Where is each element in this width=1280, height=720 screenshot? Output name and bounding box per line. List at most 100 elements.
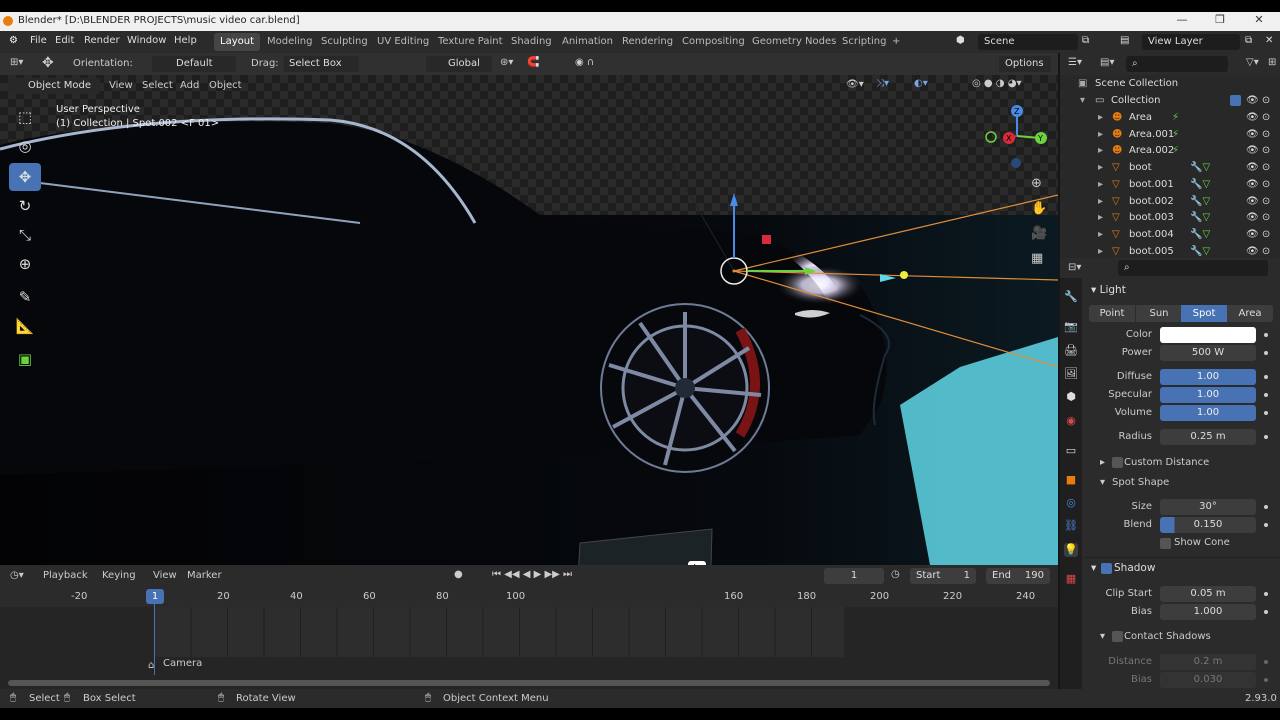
expand-arrow-icon[interactable]: ▸ (1098, 145, 1103, 156)
timeline-scrollbar[interactable] (8, 680, 1050, 686)
keyframe-dot[interactable] (1264, 610, 1268, 614)
snap-icon[interactable]: 🧲 (527, 57, 539, 68)
viewport-menu-view[interactable]: View (109, 80, 133, 91)
rotate-tool-icon[interactable]: ↻ (9, 192, 41, 220)
frame-ruler[interactable]: -20 1 20 40 60 80 100 160 180 200 220 24… (0, 587, 1058, 607)
keyframe-dot[interactable] (1264, 375, 1268, 379)
editor-type-icon[interactable]: ⊞▾ (10, 57, 23, 68)
keyframe-dot[interactable] (1264, 523, 1268, 527)
menu-playback[interactable]: Playback (43, 570, 88, 581)
new-scene-icon[interactable]: ⧉ (1082, 35, 1089, 46)
menu-window[interactable]: Window (127, 35, 166, 46)
view-layer-icon[interactable]: ▤ (1120, 35, 1129, 46)
camera-view-icon[interactable]: 🎥 (1031, 226, 1047, 241)
tab-geometry-nodes[interactable]: Geometry Nodes (746, 33, 842, 51)
tab-shading[interactable]: Shading (505, 33, 558, 51)
playback-controls-icon[interactable]: ⏮ ◀◀ ◀ ▶ ▶▶ ⏭ (492, 569, 572, 580)
scale-tool-icon[interactable]: ⤡ (9, 221, 41, 249)
tool-tab-icon[interactable]: 🔧 (1064, 290, 1078, 304)
blender-menu-icon[interactable]: ⚙ (9, 35, 18, 46)
annotate-tool-icon[interactable]: ✎ (9, 283, 41, 311)
keyframe-dot[interactable] (1264, 393, 1268, 397)
outliner-item[interactable]: ▸ ☻ Area.002 ⚡ 👁 ⊙ (1060, 145, 1280, 162)
orientation-dropdown[interactable]: Default (152, 56, 236, 72)
scene-field[interactable]: Scene (978, 34, 1078, 50)
shadow-section-toggle[interactable]: ▾ (1091, 562, 1096, 574)
expand-arrow-icon[interactable]: ▸ (1098, 129, 1103, 140)
bias-field[interactable]: 1.000 (1160, 604, 1256, 620)
keyframe-dot[interactable] (1264, 351, 1268, 355)
keyframe-dot[interactable] (1264, 660, 1268, 664)
collection-checkbox[interactable] (1230, 95, 1241, 106)
expand-arrow-icon[interactable]: ▸ (1098, 212, 1103, 223)
gizmo-toggle-icon[interactable]: ⤨▾ (876, 78, 889, 89)
radius-field[interactable]: 0.25 m (1160, 429, 1256, 445)
menu-marker[interactable]: Marker (187, 570, 222, 581)
light-data-icon[interactable]: ⚡ (1172, 129, 1179, 140)
menu-edit[interactable]: Edit (55, 35, 74, 46)
power-field[interactable]: 500 W (1160, 345, 1256, 361)
record-icon[interactable]: ● (454, 569, 463, 580)
outliner-item[interactable]: ▸ ▽ boot.002 🔧▽ 👁 ⊙ (1060, 196, 1280, 213)
light-color-swatch[interactable] (1160, 327, 1256, 343)
specular-field[interactable]: 1.00 (1160, 387, 1256, 403)
expand-arrow-icon[interactable]: ▸ (1098, 112, 1103, 123)
add-cube-tool-icon[interactable]: ▣ (9, 345, 41, 373)
tab-scripting[interactable]: Scripting (836, 33, 892, 51)
menu-help[interactable]: Help (174, 35, 197, 46)
mesh-data-icon[interactable]: 🔧▽ (1190, 162, 1210, 173)
move-tool-icon[interactable]: ✥ (42, 55, 54, 71)
visibility-eye-icon[interactable]: 👁 ⊙ (1246, 129, 1270, 140)
new-view-layer-icon[interactable]: ⧉ (1245, 35, 1252, 46)
spot-blend-field[interactable]: 0.150 (1160, 517, 1256, 533)
navigation-gizmo[interactable]: Z Y X (984, 103, 1050, 169)
contact-shadows-toggle[interactable]: ▾ (1100, 631, 1105, 642)
select-box-tool-icon[interactable]: ⬚ (9, 103, 41, 131)
preview-range-icon[interactable]: ◷ (891, 569, 900, 580)
custom-distance-expand[interactable]: ▸ (1100, 457, 1105, 468)
collection-tab-icon[interactable]: ▭ (1064, 444, 1078, 458)
pan-hand-icon[interactable]: ✋ (1031, 201, 1047, 216)
mesh-data-icon[interactable]: 🔧▽ (1190, 196, 1210, 207)
mesh-data-icon[interactable]: 🔧▽ (1190, 179, 1210, 190)
properties-editor-icon[interactable]: ⊟▾ (1068, 262, 1081, 273)
visibility-eye-icon[interactable]: 👁 ⊙ (1246, 246, 1270, 257)
keyframe-dot[interactable] (1264, 592, 1268, 596)
menu-keying[interactable]: Keying (102, 570, 136, 581)
tab-uv-editing[interactable]: UV Editing (371, 33, 435, 51)
viewport-menu-add[interactable]: Add (180, 80, 199, 91)
outliner-item[interactable]: ▸ ☻ Area ⚡ 👁 ⊙ (1060, 112, 1280, 129)
distance-field[interactable]: 0.2 m (1160, 654, 1256, 670)
outliner-item[interactable]: ▸ ☻ Area.001 ⚡ 👁 ⊙ (1060, 129, 1280, 146)
viewport-menu-select[interactable]: Select (142, 80, 173, 91)
cursor-tool-icon[interactable]: ◎ (9, 132, 41, 160)
start-frame-field[interactable]: Start 1 (910, 568, 976, 584)
keyframe-dot[interactable] (1264, 411, 1268, 415)
transform-tool-icon[interactable]: ⊕ (9, 250, 41, 278)
menu-view[interactable]: View (153, 570, 177, 581)
timeline-editor-icon[interactable]: ◷▾ (10, 570, 24, 581)
tab-sculpting[interactable]: Sculpting (315, 33, 374, 51)
measure-tool-icon[interactable]: 📐 (9, 312, 41, 340)
outliner-editor-icon[interactable]: ☰▾ (1068, 57, 1082, 68)
custom-distance-checkbox[interactable] (1112, 457, 1123, 468)
show-cone-checkbox[interactable] (1160, 538, 1171, 549)
outliner-search-input[interactable]: ⌕ (1126, 56, 1228, 72)
menu-render[interactable]: Render (84, 35, 120, 46)
spot-shape-toggle[interactable]: ▾ (1100, 477, 1105, 488)
visibility-eye-icon[interactable]: 👁 ⊙ (1246, 112, 1270, 123)
eye-icon[interactable]: 👁 ⊙ (1246, 95, 1270, 106)
outliner-collection[interactable]: ▾ ▭ Collection 👁 ⊙ (1060, 95, 1280, 112)
contact-bias-field[interactable]: 0.030 (1160, 672, 1256, 688)
mesh-data-icon[interactable]: 🔧▽ (1190, 229, 1210, 240)
new-collection-icon[interactable]: ⊞ (1268, 57, 1276, 68)
menu-file[interactable]: File (30, 35, 47, 46)
properties-search-input[interactable]: ⌕ (1118, 260, 1268, 276)
spot-size-field[interactable]: 30° (1160, 499, 1256, 515)
area-divider[interactable] (1058, 53, 1060, 689)
expand-arrow-icon[interactable]: ▸ (1098, 246, 1103, 257)
minimize-button[interactable]: — (1164, 13, 1200, 31)
outliner-item[interactable]: ▸ ▽ boot 🔧▽ 👁 ⊙ (1060, 162, 1280, 179)
expand-arrow-icon[interactable]: ▸ (1098, 196, 1103, 207)
zoom-icon[interactable]: ⊕ (1031, 176, 1042, 191)
